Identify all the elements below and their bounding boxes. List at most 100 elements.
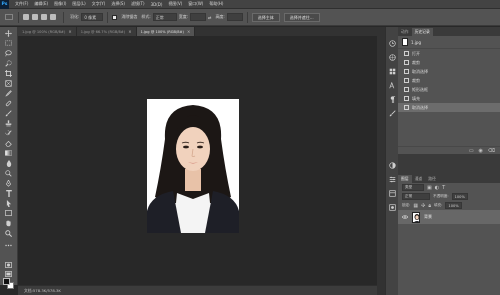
rectangular-marquee-tool-icon[interactable]	[3, 39, 14, 47]
blend-mode-select[interactable]: 正常	[402, 193, 430, 200]
path-selection-tool-icon[interactable]	[3, 199, 14, 207]
paragraph-panel-icon[interactable]	[388, 95, 397, 103]
eraser-tool-icon[interactable]	[3, 139, 14, 147]
menu-select[interactable]: 选择(S)	[111, 1, 125, 7]
filter-adjustment-icon[interactable]: ◐	[435, 185, 439, 191]
color-panel-icon[interactable]	[388, 53, 397, 61]
add-to-selection-icon[interactable]	[32, 14, 38, 20]
layer-row[interactable]: 背景	[398, 210, 500, 224]
lasso-tool-icon[interactable]	[3, 49, 14, 57]
select-subject-button[interactable]: 选择主体	[251, 12, 280, 22]
layer-kind-filter[interactable]: 类型	[402, 184, 424, 191]
style-select[interactable]: 正常	[152, 13, 177, 21]
document-tab[interactable]: 1.jpg @ 100% (RGB/8#) ×	[18, 27, 77, 36]
brush-settings-panel-icon[interactable]	[388, 109, 397, 117]
lock-all-icon[interactable]: 🔒︎	[428, 203, 431, 209]
intersect-selection-icon[interactable]	[50, 14, 56, 20]
fill-input[interactable]: 100%	[445, 202, 462, 209]
camera-icon[interactable]: ◉	[479, 148, 483, 154]
tab-channels[interactable]: 通道	[412, 175, 426, 183]
history-snapshot[interactable]: 1.jpg	[398, 36, 500, 49]
history-item[interactable]: 打开	[398, 49, 500, 58]
styles-panel-icon[interactable]	[388, 203, 397, 211]
document-tab[interactable]: 1.jpg @ 66.7% (RGB/8#) ×	[76, 27, 137, 36]
marquee-tool-preset-icon[interactable]	[4, 13, 14, 21]
filter-image-icon[interactable]: ▣	[427, 185, 432, 191]
new-selection-icon[interactable]	[23, 14, 29, 20]
document-tab-active[interactable]: 1.jpg @ 100% (RGB/8#) ×	[136, 27, 196, 36]
portrait-photo[interactable]	[147, 99, 239, 233]
history-item[interactable]: 取消选择	[398, 67, 500, 76]
menu-filter[interactable]: 滤镜(T)	[131, 1, 145, 7]
trash-icon[interactable]: ⌫	[488, 148, 495, 154]
history-item[interactable]: 裁剪	[398, 76, 500, 85]
menu-window[interactable]: 窗口(W)	[188, 1, 203, 7]
move-tool-icon[interactable]	[3, 29, 14, 37]
subtract-selection-icon[interactable]	[41, 14, 47, 20]
tab-history[interactable]: 历史记录	[411, 28, 433, 36]
rectangle-tool-icon[interactable]	[3, 209, 14, 217]
filter-type-icon[interactable]: T	[442, 185, 445, 191]
menu-view[interactable]: 视图(V)	[168, 1, 182, 7]
eyedropper-tool-icon[interactable]	[3, 89, 14, 97]
menu-image[interactable]: 图像(I)	[54, 1, 66, 7]
healing-brush-tool-icon[interactable]	[3, 99, 14, 107]
opacity-input[interactable]: 100%	[451, 193, 468, 200]
clone-stamp-tool-icon[interactable]	[3, 119, 14, 127]
hand-tool-icon[interactable]	[3, 219, 14, 227]
tab-actions[interactable]: 动作	[398, 28, 412, 36]
history-item-label: 填充	[412, 95, 420, 101]
history-item[interactable]: 填充	[398, 94, 500, 103]
zoom-tool-icon[interactable]	[3, 229, 14, 237]
height-input[interactable]	[226, 13, 243, 21]
swatches-panel-icon[interactable]	[388, 67, 397, 75]
blur-tool-icon[interactable]	[3, 159, 14, 167]
history-panel-icon[interactable]	[388, 39, 397, 47]
tab-layers[interactable]: 图层	[398, 175, 412, 183]
more-tools-icon[interactable]	[3, 241, 14, 249]
panel-divider[interactable]	[377, 27, 385, 295]
frame-tool-icon[interactable]	[3, 79, 14, 87]
close-icon[interactable]: ×	[128, 29, 131, 34]
feather-input[interactable]: 0 像素	[81, 13, 104, 21]
menu-layer[interactable]: 图层(L)	[72, 1, 85, 7]
layer-name: 背景	[424, 214, 432, 219]
close-icon[interactable]: ×	[187, 29, 190, 34]
tools-panel	[0, 27, 18, 289]
history-item[interactable]: 裁剪	[398, 58, 500, 67]
tab-paths[interactable]: 路径	[425, 175, 439, 183]
crop-tool-icon[interactable]	[3, 69, 14, 77]
properties-panel-icon[interactable]	[388, 175, 397, 183]
menu-help[interactable]: 帮助(H)	[209, 1, 223, 7]
screen-mode-icon[interactable]	[3, 270, 14, 278]
antialias-checkbox[interactable]	[112, 14, 118, 20]
history-state-icon	[404, 78, 409, 83]
lock-position-icon[interactable]: ✣	[421, 203, 425, 209]
dodge-tool-icon[interactable]	[3, 169, 14, 177]
foreground-color-swatch[interactable]	[3, 278, 10, 285]
lock-pixels-icon[interactable]: ▦	[413, 203, 418, 209]
width-input[interactable]	[190, 13, 207, 21]
menu-file[interactable]: 文件(F)	[15, 1, 28, 7]
pen-tool-icon[interactable]	[3, 179, 14, 187]
adjustments-panel-icon[interactable]	[388, 161, 397, 169]
type-tool-icon[interactable]	[3, 189, 14, 197]
menu-type[interactable]: 文字(Y)	[92, 1, 106, 7]
history-item-selected[interactable]: 取消选择	[398, 103, 500, 112]
new-document-icon[interactable]: ▭	[469, 148, 474, 154]
history-item[interactable]: 矩形选框	[398, 85, 500, 94]
eye-icon[interactable]	[401, 214, 409, 220]
swap-icon[interactable]: ⇄	[208, 15, 211, 20]
separator	[107, 11, 109, 23]
quick-selection-tool-icon[interactable]	[3, 59, 14, 67]
select-and-mask-button[interactable]: 选择并遮住...	[283, 12, 320, 22]
menu-edit[interactable]: 编辑(E)	[34, 1, 48, 7]
close-icon[interactable]: ×	[68, 29, 71, 34]
menu-3d[interactable]: 3D(D)	[151, 2, 163, 7]
libraries-panel-icon[interactable]	[388, 189, 397, 197]
gradient-tool-icon[interactable]	[3, 149, 14, 157]
history-brush-tool-icon[interactable]	[3, 129, 14, 137]
brush-tool-icon[interactable]	[3, 109, 14, 117]
quick-mask-icon[interactable]	[3, 261, 14, 269]
character-panel-icon[interactable]	[388, 81, 397, 89]
